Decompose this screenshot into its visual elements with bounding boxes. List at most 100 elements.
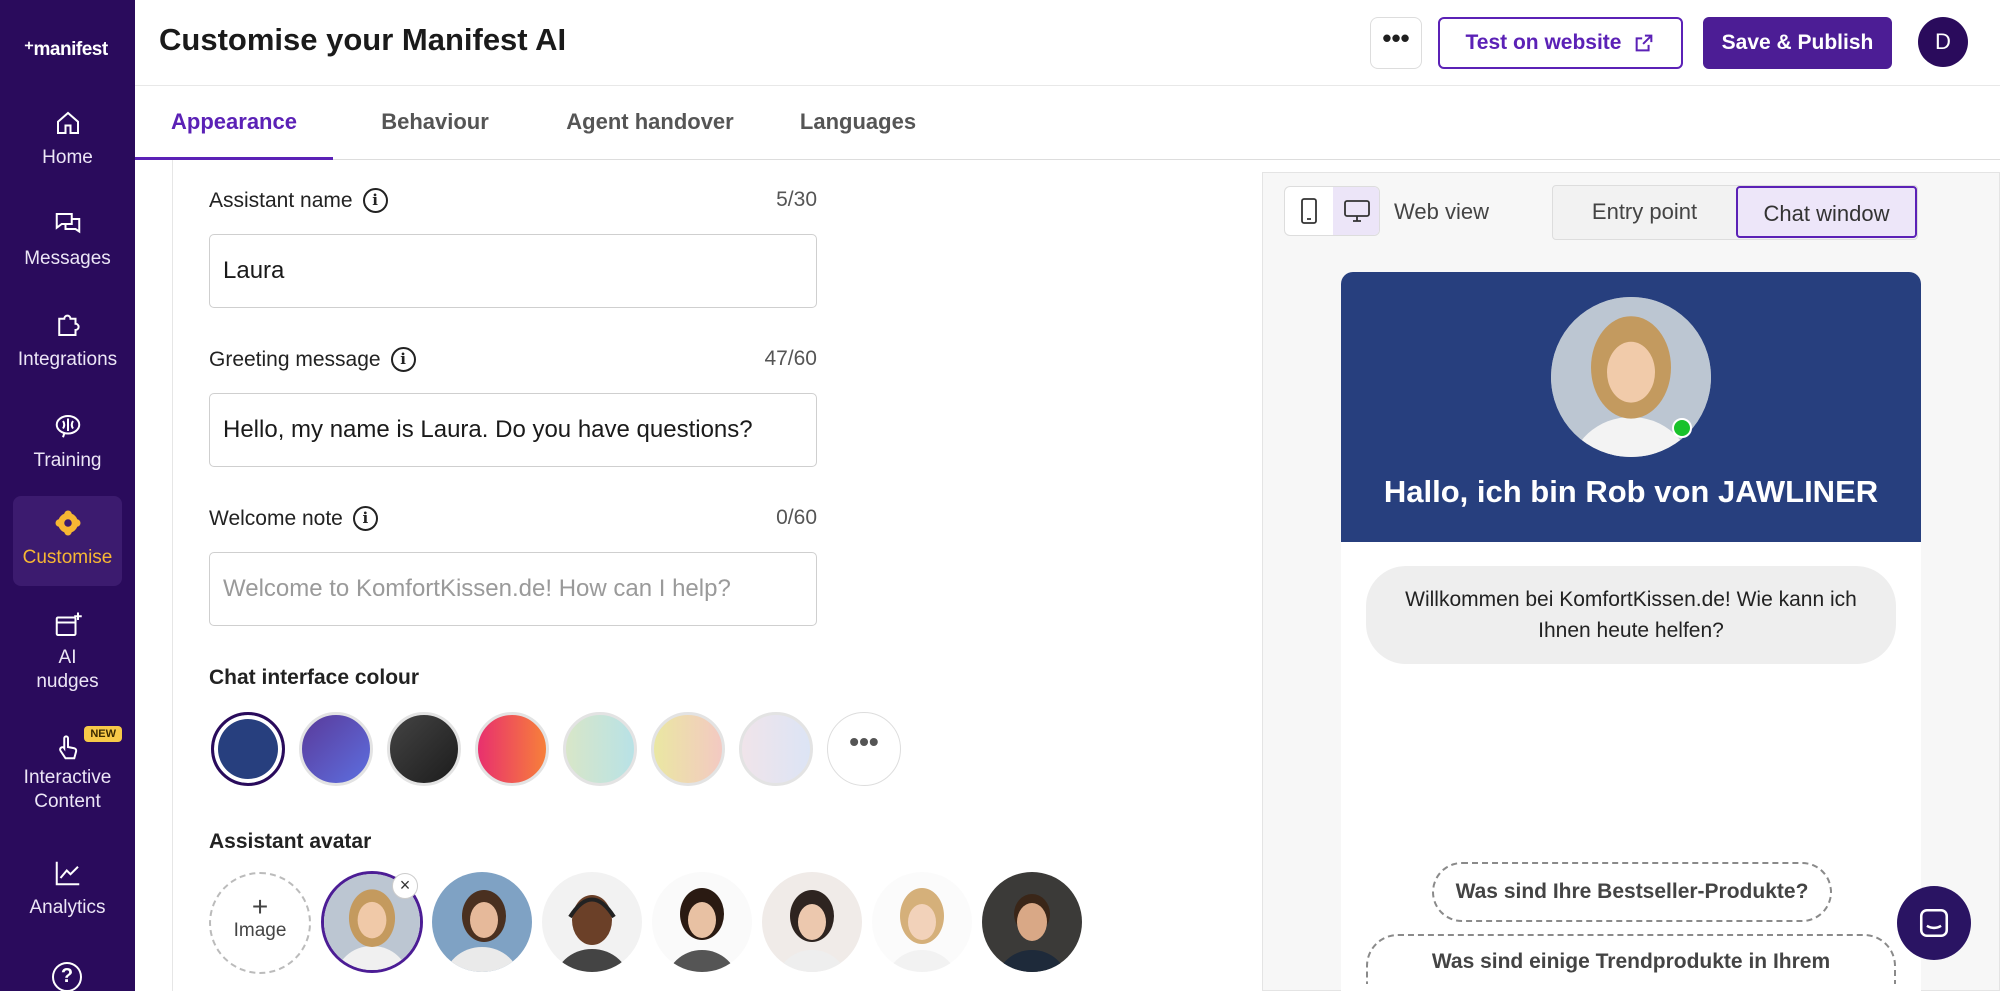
colour-swatch-black[interactable] <box>387 712 461 786</box>
avatar-option[interactable] <box>872 872 972 972</box>
more-options-button[interactable]: ••• <box>1370 17 1422 69</box>
avatar-portrait-icon <box>872 872 972 972</box>
home-icon <box>56 111 79 134</box>
sidebar-item-label: Analytics <box>29 897 106 918</box>
greeting-message-input[interactable]: Hello, my name is Laura. Do you have que… <box>209 393 817 467</box>
new-badge: NEW <box>84 726 122 742</box>
web-view-label: Web view <box>1394 199 1489 224</box>
sidebar-item-label: Interactive <box>23 767 112 788</box>
avatar-option[interactable] <box>652 872 752 972</box>
chat-window-toggle[interactable]: Chat window <box>1736 186 1917 238</box>
chat-bubble-icon <box>1919 908 1949 938</box>
mobile-icon <box>1300 198 1317 224</box>
suggestion-chip[interactable]: Was sind einige Trendprodukte in Ihrem <box>1366 934 1896 984</box>
chat-title: Hallo, ich bin Rob von JAWLINER <box>1383 474 1879 509</box>
sidebar-item-messages[interactable]: Messages <box>13 197 122 287</box>
sidebar-item-label: Messages <box>24 248 111 269</box>
sidebar-item-analytics[interactable]: Analytics <box>13 846 122 936</box>
greeting-message-counter: 47/60 <box>764 347 817 370</box>
avatar-portrait-icon <box>762 872 862 972</box>
welcome-bubble: Willkommen bei KomfortKissen.de! Wie kan… <box>1366 566 1896 664</box>
colour-swatch-mint[interactable] <box>563 712 637 786</box>
desktop-view-toggle[interactable] <box>1333 187 1379 235</box>
avatar-option[interactable] <box>542 872 642 972</box>
tab-agent-handover[interactable]: Agent handover <box>535 86 765 160</box>
colour-swatch-navy[interactable] <box>211 712 285 786</box>
assistant-name-label: Assistant name i <box>209 188 388 213</box>
greeting-message-label: Greeting message i <box>209 347 416 372</box>
device-toggle <box>1284 186 1380 236</box>
plus-icon: + <box>251 891 269 922</box>
chat-colour-title: Chat interface colour <box>209 666 420 689</box>
avatar-portrait-icon <box>652 872 752 972</box>
add-image-button[interactable]: + Image <box>209 872 311 974</box>
info-icon[interactable]: i <box>362 188 388 213</box>
user-avatar[interactable]: D <box>1918 17 1968 67</box>
desktop-icon <box>1343 200 1370 222</box>
puzzle-icon <box>57 314 80 336</box>
sidebar-item-interactive-content[interactable]: NEW Interactive Content <box>13 718 122 828</box>
avatar-option[interactable] <box>762 872 862 972</box>
welcome-note-label: Welcome note i <box>209 506 378 531</box>
page-title: Customise your Manifest AI <box>159 22 567 57</box>
messages-icon <box>55 213 80 234</box>
sidebar-item-label: nudges <box>36 671 99 692</box>
manifest-logo: ⁺manifest <box>24 39 108 60</box>
avatar-option[interactable] <box>982 872 1082 972</box>
online-status-dot <box>1672 418 1692 438</box>
external-link-icon <box>1636 34 1653 52</box>
add-image-label: Image <box>233 920 287 941</box>
remove-avatar-icon[interactable]: × <box>392 873 418 899</box>
sidebar: ⁺manifest Home Messages Integrations Tra… <box>0 0 135 992</box>
colour-swatch-peach[interactable] <box>651 712 725 786</box>
welcome-note-label-text: Welcome note <box>209 506 343 530</box>
assistant-name-input[interactable]: Laura <box>209 234 817 308</box>
tab-languages[interactable]: Languages <box>783 86 933 160</box>
info-icon[interactable]: i <box>390 347 416 372</box>
entry-point-toggle[interactable]: Entry point <box>1553 186 1736 238</box>
tab-behaviour[interactable]: Behaviour <box>360 86 510 160</box>
more-colours-button[interactable]: ••• <box>827 712 901 786</box>
sidebar-item-training[interactable]: Training <box>13 399 122 489</box>
sidebar-item-ai-nudges[interactable]: AI nudges <box>13 600 122 700</box>
colour-swatch-pink-orange[interactable] <box>475 712 549 786</box>
info-icon[interactable]: i <box>352 506 378 531</box>
sidebar-item-customise[interactable]: Customise <box>13 496 122 586</box>
assistant-name-label-text: Assistant name <box>209 188 353 212</box>
nudge-icon <box>55 612 82 636</box>
chat-launcher-button[interactable] <box>1897 886 1971 960</box>
form-divider <box>172 160 173 991</box>
gear-icon <box>55 510 80 536</box>
sidebar-item-label: Home <box>42 147 93 168</box>
colour-swatch-lavender[interactable] <box>739 712 813 786</box>
assistant-name-counter: 5/30 <box>776 188 817 211</box>
avatar-option[interactable] <box>432 872 532 972</box>
tab-appearance[interactable]: Appearance <box>135 86 333 160</box>
tab-bar: Appearance Behaviour Agent handover Lang… <box>135 86 2000 160</box>
mobile-view-toggle[interactable] <box>1285 187 1332 235</box>
welcome-note-input[interactable]: Welcome to KomfortKissen.de! How can I h… <box>209 552 817 626</box>
test-on-website-label: Test on website <box>1465 31 1622 54</box>
test-on-website-button[interactable]: Test on website <box>1438 17 1683 69</box>
sidebar-item-label: Integrations <box>17 349 118 370</box>
preview-mode-switch: Entry point Chat window <box>1552 185 1918 240</box>
sidebar-item-home[interactable]: Home <box>13 96 122 186</box>
save-publish-button[interactable]: Save & Publish <box>1703 17 1892 69</box>
suggestion-chip[interactable]: Was sind Ihre Bestseller-Produkte? <box>1432 862 1832 922</box>
chat-header: Hallo, ich bin Rob von JAWLINER <box>1341 272 1921 542</box>
brain-icon <box>55 415 80 438</box>
greeting-message-label-text: Greeting message <box>209 347 381 371</box>
assistant-avatar-title: Assistant avatar <box>209 830 372 853</box>
analytics-icon <box>55 861 79 886</box>
sidebar-item-label: Customise <box>22 547 113 568</box>
sidebar-item-label: AI <box>58 647 77 668</box>
sidebar-item-label: Content <box>34 791 101 812</box>
welcome-note-counter: 0/60 <box>776 506 817 529</box>
avatar-portrait-icon <box>982 872 1082 972</box>
colour-swatch-purple-blue[interactable] <box>299 712 373 786</box>
sidebar-item-integrations[interactable]: Integrations <box>13 298 122 388</box>
avatar-portrait-icon <box>432 872 532 972</box>
tap-icon <box>58 735 77 760</box>
help-icon[interactable]: ? <box>52 962 82 992</box>
sidebar-item-label: Training <box>33 450 102 471</box>
